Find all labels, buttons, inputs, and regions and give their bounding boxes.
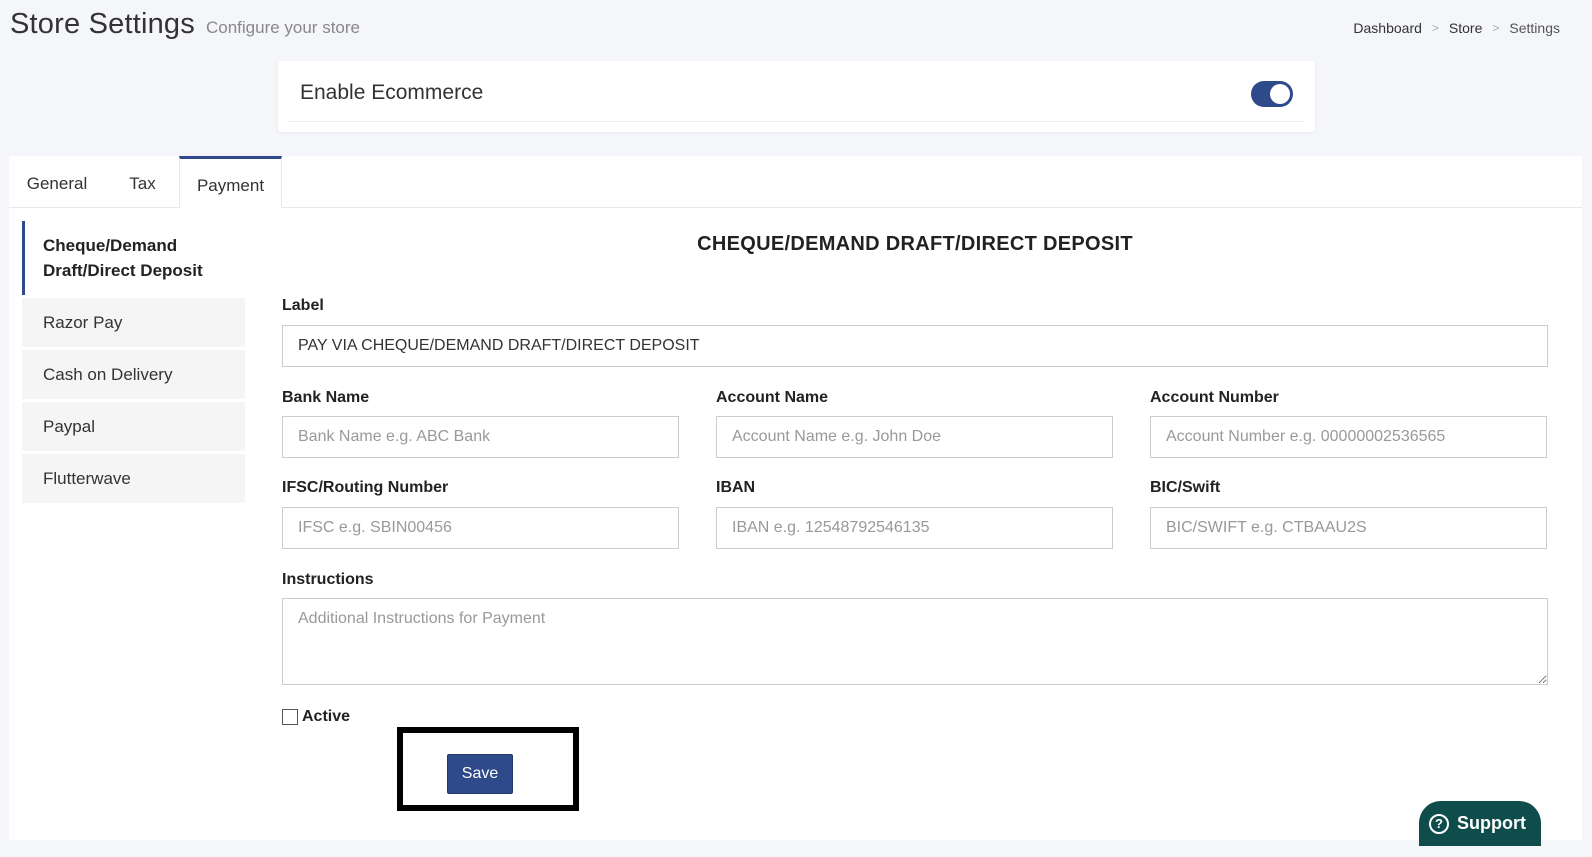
active-checkbox-label[interactable]: Active	[302, 708, 350, 726]
label-input[interactable]	[282, 325, 1548, 367]
enable-ecommerce-label: Enable Ecommerce	[300, 81, 484, 104]
bank-name-input[interactable]	[282, 416, 679, 458]
breadcrumb-separator: >	[1431, 21, 1439, 35]
page-header: Store Settings Configure your store	[10, 8, 360, 41]
breadcrumb-store[interactable]: Store	[1449, 20, 1482, 36]
breadcrumb: Dashboard > Store > Settings	[1353, 20, 1560, 36]
account-name-label: Account Name	[716, 389, 829, 406]
bank-name-label: Bank Name	[282, 389, 370, 406]
side-item-cheque[interactable]: Cheque/Demand Draft/Direct Deposit	[22, 221, 245, 295]
support-button[interactable]: ? Support	[1419, 801, 1541, 846]
active-checkbox-row: Active	[282, 708, 350, 726]
ifsc-label: IFSC/Routing Number	[282, 479, 449, 496]
tab-general[interactable]: General	[9, 156, 105, 208]
label-field-label: Label	[282, 297, 324, 314]
breadcrumb-settings: Settings	[1509, 20, 1560, 36]
support-label: Support	[1457, 813, 1526, 833]
bic-swift-input[interactable]	[1150, 507, 1547, 549]
ifsc-input[interactable]	[282, 507, 679, 549]
iban-input[interactable]	[716, 507, 1113, 549]
account-number-label: Account Number	[1150, 389, 1279, 406]
enable-ecommerce-toggle[interactable]	[1251, 81, 1293, 107]
bic-swift-label: BIC/Swift	[1150, 479, 1221, 496]
ecommerce-divider	[288, 121, 1305, 122]
active-checkbox[interactable]	[282, 709, 298, 725]
breadcrumb-dashboard[interactable]: Dashboard	[1353, 20, 1422, 36]
instructions-textarea[interactable]	[282, 598, 1548, 685]
save-button[interactable]: Save	[447, 754, 513, 794]
breadcrumb-separator: >	[1492, 21, 1500, 35]
section-heading: CHEQUE/DEMAND DRAFT/DIRECT DEPOSIT	[697, 233, 1133, 255]
toggle-knob	[1270, 84, 1290, 104]
iban-label: IBAN	[716, 479, 756, 496]
tab-tax[interactable]: Tax	[115, 156, 170, 208]
ecommerce-card: Enable Ecommerce	[278, 61, 1315, 132]
settings-card: General Tax Payment Cheque/Demand Draft/…	[9, 156, 1582, 840]
page-subtitle: Configure your store	[205, 18, 360, 37]
help-circle-icon: ?	[1429, 813, 1449, 834]
side-item-razor-pay[interactable]: Razor Pay	[22, 298, 245, 347]
side-item-flutterwave[interactable]: Flutterwave	[22, 454, 245, 503]
side-item-paypal[interactable]: Paypal	[22, 402, 245, 451]
account-name-input[interactable]	[716, 416, 1113, 458]
account-number-input[interactable]	[1150, 416, 1547, 458]
settings-tabs: General Tax Payment	[9, 156, 1582, 209]
side-item-cash-on-delivery[interactable]: Cash on Delivery	[22, 350, 245, 399]
page-title: Store Settings	[10, 8, 195, 40]
payment-methods-nav: Cheque/Demand Draft/Direct Deposit Razor…	[22, 221, 245, 506]
tab-payment[interactable]: Payment	[179, 156, 282, 209]
instructions-label: Instructions	[282, 571, 374, 588]
